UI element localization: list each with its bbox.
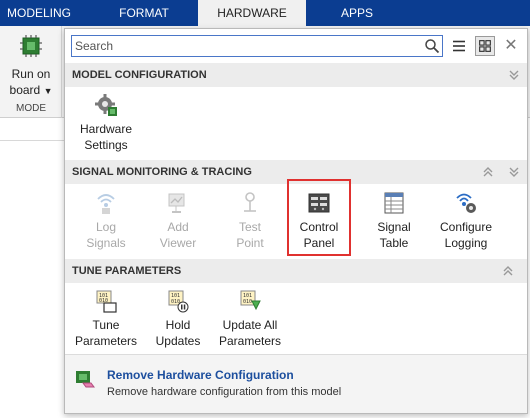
item-label-line2: Table	[379, 236, 409, 250]
item-label-line2: Panel	[303, 236, 335, 250]
search-icon[interactable]	[424, 38, 440, 54]
item-label-line1: Control	[299, 220, 339, 234]
mode-group: Run on board ▼ MODE	[0, 26, 62, 118]
gallery-item-control-panel[interactable]: Control Panel	[287, 179, 351, 256]
item-label-line2: Parameters	[218, 334, 282, 348]
gallery-item-signal-table[interactable]: Signal Table	[359, 189, 429, 251]
close-icon[interactable]: ✕	[502, 37, 520, 55]
svg-text:010: 010	[243, 299, 252, 305]
search-box	[71, 35, 443, 57]
gallery-item-hold-updates[interactable]: 101 010 Hold Updates	[143, 287, 213, 349]
item-label-line2: Viewer	[159, 236, 197, 250]
item-label-line2: Point	[236, 236, 264, 250]
run-on-board-label-line1: Run on	[11, 67, 51, 81]
list-view-icon[interactable]	[451, 38, 467, 54]
tab-hardware[interactable]: HARDWARE	[198, 0, 306, 26]
ribbon-tab-bar: MODELING FORMAT HARDWARE APPS	[0, 0, 530, 26]
section-header-tune-parameters: TUNE PARAMETERS	[65, 259, 527, 283]
item-label-line1: Configure	[439, 220, 493, 234]
search-input[interactable]	[75, 37, 415, 55]
item-label-line2: Updates	[155, 334, 201, 348]
section-title: SIGNAL MONITORING & TRACING	[72, 166, 252, 178]
run-on-board-label-line2: board ▼	[9, 83, 53, 97]
remove-hardware-description: Remove hardware configuration from this …	[107, 386, 342, 398]
gallery-item-test-point[interactable]: Test Point	[215, 189, 285, 251]
tab-modeling[interactable]: MODELING	[0, 0, 78, 26]
remove-hardware-eraser-icon	[76, 371, 95, 388]
section-title: MODEL CONFIGURATION	[72, 69, 207, 81]
item-label-line1: Add	[167, 220, 189, 234]
item-label-line2: Signals	[86, 236, 126, 250]
gallery-item-hardware-settings[interactable]: Hardware Settings	[71, 91, 141, 153]
gallery-item-add-viewer[interactable]: Add Viewer	[143, 189, 213, 251]
hardware-settings-gear-icon	[95, 94, 117, 116]
gallery-item-log-signals[interactable]: Log Signals	[71, 189, 141, 251]
control-panel-icon	[308, 193, 330, 213]
item-label-line1: Test	[238, 220, 261, 234]
expand-section-icon[interactable]	[507, 68, 521, 82]
add-viewer-icon	[168, 193, 185, 213]
test-point-icon	[244, 192, 256, 212]
canvas-divider	[0, 140, 70, 141]
section-header-model-configuration: MODEL CONFIGURATION	[65, 63, 527, 87]
item-label-line2: Settings	[84, 138, 128, 152]
signal-table-icon	[384, 192, 404, 214]
tab-format[interactable]: FORMAT	[100, 0, 188, 26]
chip-icon	[20, 35, 42, 57]
item-label-line1: Update All	[222, 318, 278, 332]
hold-updates-icon: 101 010	[168, 290, 189, 313]
item-label-line1: Hold	[165, 318, 191, 332]
tab-apps[interactable]: APPS	[320, 0, 394, 26]
run-on-board-button[interactable]: Run on board ▼	[0, 26, 62, 102]
tune-parameters-icon: 101 010	[96, 290, 117, 313]
expand-section-icon[interactable]	[507, 165, 521, 179]
item-label-line1: Tune	[92, 318, 120, 332]
configure-logging-icon	[456, 193, 476, 213]
grid-view-button[interactable]	[475, 36, 495, 56]
item-label-line1: Log	[95, 220, 117, 234]
grid-view-icon	[479, 40, 491, 52]
item-label-line2: Logging	[444, 236, 488, 250]
update-all-parameters-icon: 101 010	[240, 290, 261, 311]
remove-hardware-configuration-item[interactable]: Remove Hardware Configuration Remove har…	[65, 354, 527, 413]
log-signals-icon	[97, 194, 115, 214]
gallery-search-row: ✕	[65, 29, 527, 63]
mode-group-caption: MODE	[16, 103, 46, 114]
remove-hardware-title: Remove Hardware Configuration	[107, 368, 294, 382]
item-label-line1: Hardware	[79, 122, 133, 136]
gallery-item-tune-parameters[interactable]: 101 010 Tune Parameters	[71, 287, 141, 349]
item-label-line2: Parameters	[74, 334, 138, 348]
hardware-gallery-popup: ✕ MODEL CONFIGURATION Hardware Settings …	[64, 28, 528, 414]
chevron-down-icon: ▼	[43, 86, 53, 96]
item-label-line1: Signal	[377, 220, 411, 234]
section-title: TUNE PARAMETERS	[72, 265, 182, 277]
collapse-section-icon[interactable]	[501, 264, 515, 278]
gallery-item-configure-logging[interactable]: Configure Logging	[431, 189, 501, 251]
gallery-item-update-all-parameters[interactable]: 101 010 Update All Parameters	[215, 287, 285, 349]
collapse-section-icon[interactable]	[481, 165, 495, 179]
